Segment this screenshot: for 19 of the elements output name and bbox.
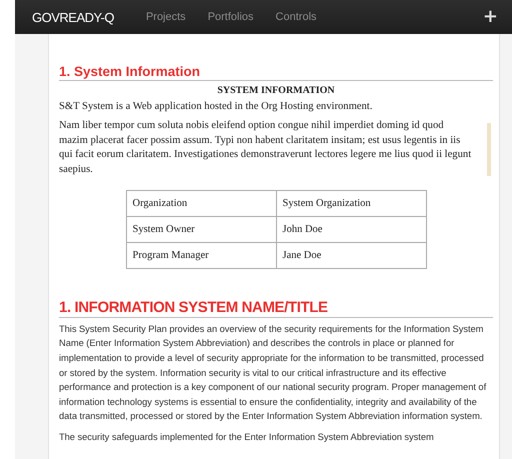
nav-link[interactable]: Controls: [276, 11, 317, 23]
table-cell: Jane Doe: [276, 242, 426, 269]
paragraph: This System Security Plan provides an overview of the security requirements for the Information System Name (Enter Information System Abbreviation) and describes the controls in place or planned for implementation to provide a level of security appropriate for the information to be transmitted, processed or stored by the system. Information security is vital to our critical infrastructure and its effective performance and protection is a key component of our national security program. Proper management of information technology systems is essential to ensure the confidentiality, integrity and availability of the data transmitted, processed or stored by the Enter Information System Abbreviation information system.: [59, 322, 488, 424]
nav-link[interactable]: Projects: [146, 11, 186, 23]
table-cell: Program Manager: [126, 242, 276, 269]
paragraph: Nam liber tempor cum soluta nobis eleifend option congue nihil imperdiet doming id quod mazim placerat facer possim assum. Typi non habent claritatem insitam; est usus legentis in iis qui facit eorum claritatem. Investigationes demonstraverunt lectores legere me lius quod ii legunt saepius.: [59, 119, 472, 177]
paragraph: S&T System is a Web application hosted in the Org Hosting environment.: [59, 100, 374, 114]
table-cell: System Owner: [126, 216, 276, 243]
paragraph: The security safeguards implemented for the Enter Information System Abbreviation system: [59, 430, 435, 444]
nav-link[interactable]: Portfolios: [208, 11, 254, 23]
table-cell: System Organization: [276, 190, 426, 217]
change-bar: [487, 123, 491, 176]
logo[interactable]: GOVREADY-Q: [32, 10, 114, 24]
table-cell: Organization: [126, 190, 276, 217]
document-title: SYSTEM INFORMATION: [216, 84, 336, 96]
section-heading: 1. System Information: [59, 64, 493, 81]
section-heading: 1. INFORMATION SYSTEM NAME/TITLE: [59, 299, 493, 318]
add-button[interactable]: +: [480, 8, 500, 26]
table-cell: John Doe: [276, 216, 426, 243]
